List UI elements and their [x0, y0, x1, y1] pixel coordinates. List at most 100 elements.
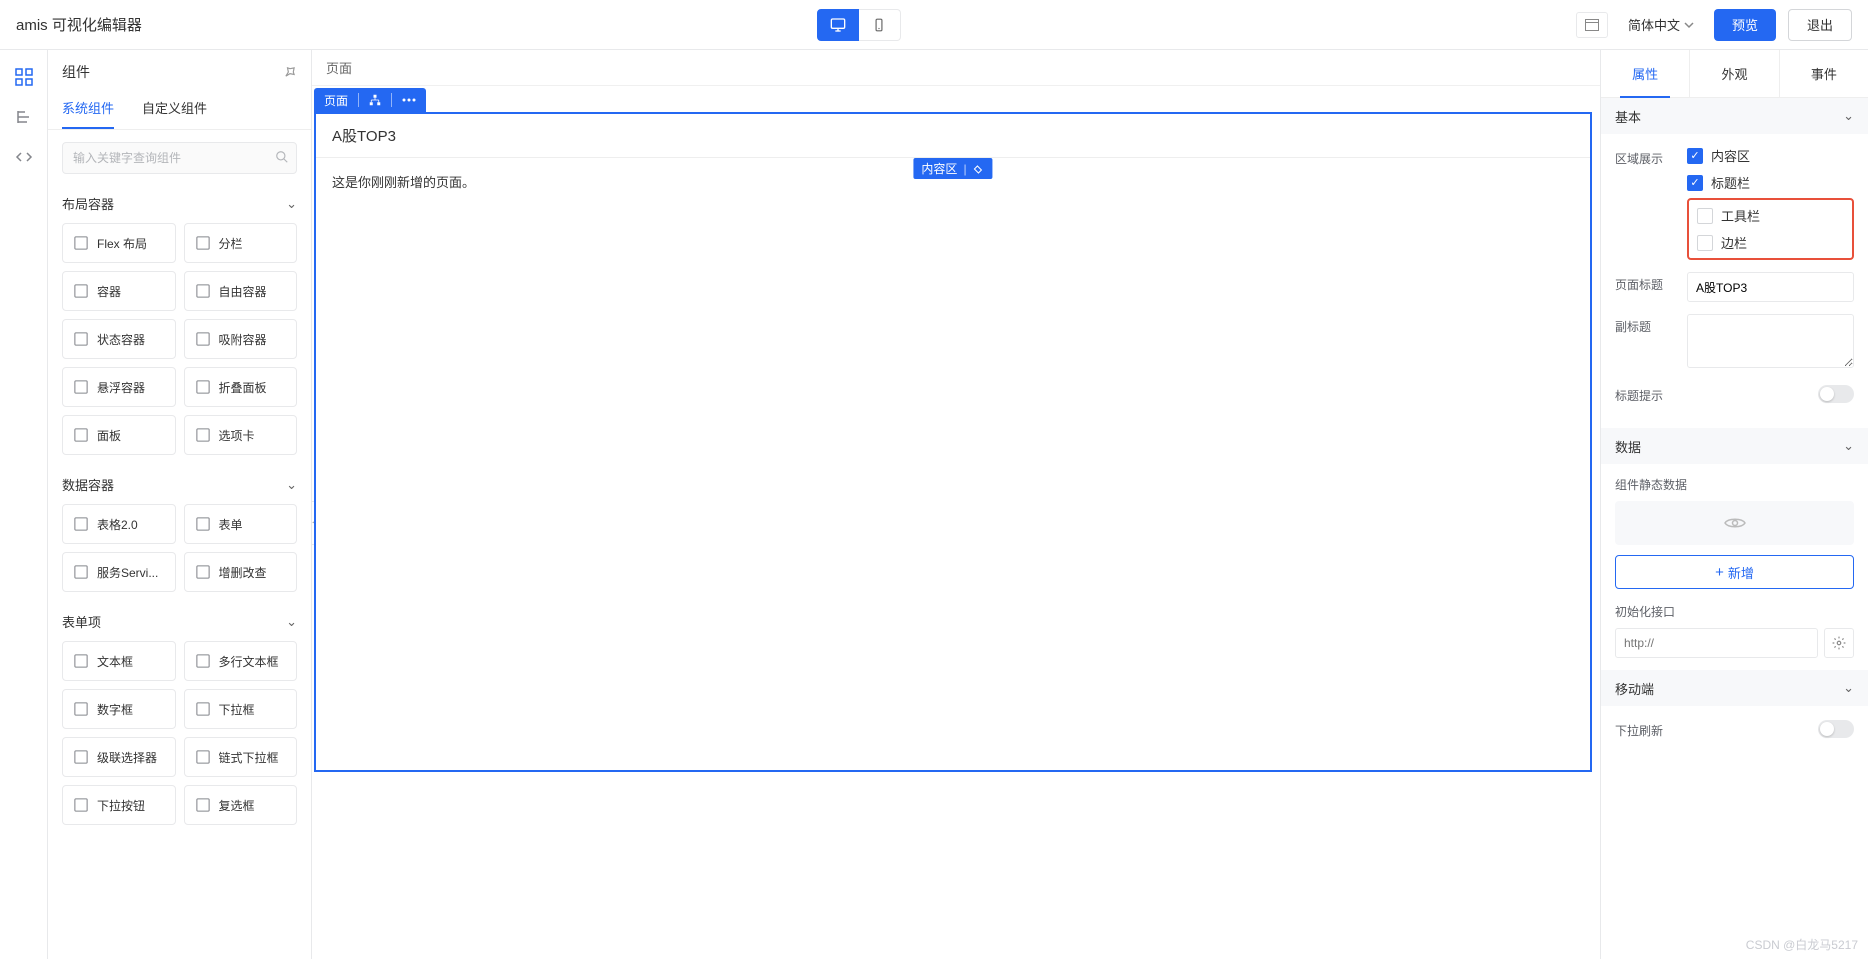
component-item[interactable]: 下拉框 [184, 689, 298, 729]
label-page-title: 页面标题 [1615, 272, 1687, 293]
label-subtitle: 副标题 [1615, 314, 1687, 335]
static-data-preview[interactable] [1615, 501, 1854, 545]
section-data-header[interactable]: 数据 ⌄ [1601, 428, 1868, 464]
component-group-header[interactable]: 表单项⌄ [62, 604, 297, 641]
component-item[interactable]: 分栏 [184, 223, 298, 263]
tab-system-components[interactable]: 系统组件 [62, 90, 114, 129]
rail-components-icon[interactable] [13, 66, 35, 88]
component-label: 自由容器 [219, 283, 267, 300]
component-label: 多行文本框 [219, 653, 279, 670]
component-item[interactable]: 吸附容器 [184, 319, 298, 359]
section-mobile-header[interactable]: 移动端 ⌄ [1601, 670, 1868, 706]
selection-label[interactable]: 页面 [314, 88, 358, 112]
component-item[interactable]: 选项卡 [184, 415, 298, 455]
component-icon [195, 565, 211, 579]
pin-button[interactable] [283, 65, 297, 79]
component-group-header[interactable]: 布局容器⌄ [62, 186, 297, 223]
component-item[interactable]: 状态容器 [62, 319, 176, 359]
canvas-page[interactable]: A股TOP3 内容区 | 这是你刚刚新增的页面。 [314, 112, 1592, 772]
component-icon [195, 750, 211, 764]
region-tag[interactable]: 内容区 | [913, 158, 992, 179]
label-region-display: 区域展示 [1615, 146, 1687, 167]
component-item[interactable]: 表单 [184, 504, 298, 544]
checkbox-icon [1697, 208, 1713, 224]
component-label: 悬浮容器 [97, 379, 145, 396]
device-desktop-button[interactable] [817, 9, 859, 41]
checkbox-aside-region[interactable]: 边栏 [1697, 233, 1844, 252]
mobile-icon [872, 18, 886, 32]
gear-icon [1832, 636, 1846, 650]
component-label: 吸附容器 [219, 331, 267, 348]
input-init-api[interactable] [1615, 628, 1818, 658]
section-basic-header[interactable]: 基本 ⌄ [1601, 98, 1868, 134]
preview-button[interactable]: 预览 [1714, 9, 1776, 41]
tab-appearance[interactable]: 外观 [1689, 50, 1778, 97]
add-data-button[interactable]: + 新增 [1615, 555, 1854, 589]
component-icon [73, 380, 89, 394]
input-page-title[interactable] [1687, 272, 1854, 302]
chevron-down-icon: ⌄ [1843, 680, 1854, 696]
component-search-input[interactable] [62, 142, 297, 174]
canvas-area: 页面 ◀ 页面 A股TOP3 内容区 [312, 50, 1600, 959]
component-label: 链式下拉框 [219, 749, 279, 766]
component-item[interactable]: 多行文本框 [184, 641, 298, 681]
component-item[interactable]: 复选框 [184, 785, 298, 825]
pin-icon [283, 65, 297, 79]
checkbox-icon: ✓ [1687, 148, 1703, 164]
more-icon [402, 98, 416, 102]
component-item[interactable]: 悬浮容器 [62, 367, 176, 407]
switch-title-tip[interactable] [1818, 385, 1854, 403]
checkbox-title-region[interactable]: ✓ 标题栏 [1687, 173, 1854, 192]
component-item[interactable]: 链式下拉框 [184, 737, 298, 777]
checkbox-toolbar-region[interactable]: 工具栏 [1697, 206, 1844, 225]
component-item[interactable]: Flex 布局 [62, 223, 176, 263]
component-label: 增删改查 [219, 564, 267, 581]
component-icon [195, 284, 211, 298]
checkbox-icon: ✓ [1687, 175, 1703, 191]
component-label: 复选框 [219, 797, 255, 814]
component-label: 分栏 [219, 235, 243, 252]
component-item[interactable]: 级联选择器 [62, 737, 176, 777]
rail-outline-icon[interactable] [13, 106, 35, 128]
component-item[interactable]: 数字框 [62, 689, 176, 729]
header-right: 简体中文 预览 退出 [1576, 9, 1852, 41]
panel-icon [1585, 19, 1599, 31]
component-group-header[interactable]: 数据容器⌄ [62, 467, 297, 504]
page-title-bar[interactable]: A股TOP3 [316, 114, 1590, 158]
selection-more-button[interactable] [392, 88, 426, 112]
right-panel: 属性 外观 事件 基本 ⌄ 区域展示 ✓ [1600, 50, 1868, 959]
component-label: 表单 [219, 516, 243, 533]
component-item[interactable]: 文本框 [62, 641, 176, 681]
checkbox-icon [1697, 235, 1713, 251]
breadcrumb: 页面 [312, 50, 1600, 86]
layout-toggle-button[interactable] [1576, 12, 1608, 38]
component-label: 折叠面板 [219, 379, 267, 396]
component-item[interactable]: 服务Servi... [62, 552, 176, 592]
left-panel: 组件 系统组件 自定义组件 布局容器⌄Flex 布局分栏容器自由容器状态容器吸附… [48, 50, 312, 959]
component-label: 选项卡 [219, 427, 255, 444]
component-item[interactable]: 折叠面板 [184, 367, 298, 407]
highlighted-options: 工具栏 边栏 [1687, 198, 1854, 260]
component-icon [73, 565, 89, 579]
tab-events[interactable]: 事件 [1779, 50, 1868, 97]
selection-tree-button[interactable] [359, 88, 391, 112]
tab-properties[interactable]: 属性 [1601, 50, 1689, 97]
exit-button[interactable]: 退出 [1788, 9, 1852, 41]
rail-code-icon[interactable] [13, 146, 35, 168]
chevron-down-icon: ⌄ [1843, 438, 1854, 454]
device-mobile-button[interactable] [859, 9, 901, 41]
input-subtitle[interactable] [1687, 314, 1854, 368]
top-header: amis 可视化编辑器 简体中文 预览 退出 [0, 0, 1868, 50]
tab-custom-components[interactable]: 自定义组件 [142, 90, 207, 129]
switch-pull-refresh[interactable] [1818, 720, 1854, 738]
component-item[interactable]: 面板 [62, 415, 176, 455]
api-settings-button[interactable] [1824, 628, 1854, 658]
component-item[interactable]: 表格2.0 [62, 504, 176, 544]
component-item[interactable]: 增删改查 [184, 552, 298, 592]
checkbox-content-region[interactable]: ✓ 内容区 [1687, 146, 1854, 165]
language-select[interactable]: 简体中文 [1620, 11, 1702, 38]
component-item[interactable]: 下拉按钮 [62, 785, 176, 825]
component-item[interactable]: 容器 [62, 271, 176, 311]
component-label: 表格2.0 [97, 516, 138, 533]
component-item[interactable]: 自由容器 [184, 271, 298, 311]
